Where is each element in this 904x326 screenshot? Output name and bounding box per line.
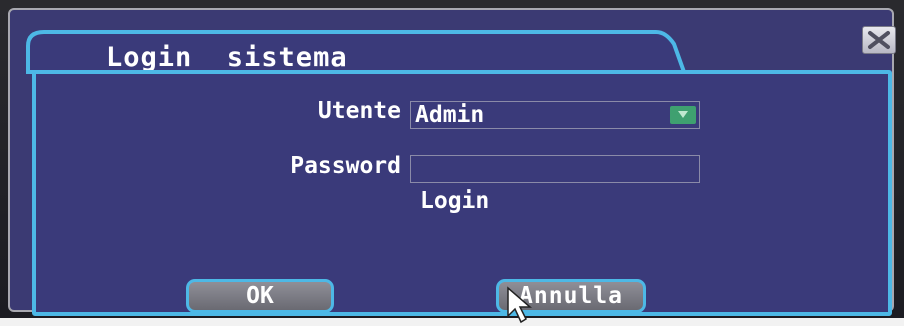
title-bar: Login sistema	[26, 24, 686, 74]
mouse-pointer-icon	[507, 286, 533, 324]
close-x-icon	[868, 31, 890, 49]
dialog-title: Login sistema	[106, 42, 348, 73]
user-select[interactable]: Admin	[410, 101, 700, 129]
user-label: Utente	[317, 98, 401, 124]
screen-frame: Login sistema Utente Admin Password Logi…	[0, 0, 904, 324]
login-form-panel: Utente Admin Password Login OK Annulla	[32, 70, 892, 324]
close-button[interactable]	[862, 26, 896, 54]
login-button[interactable]: Login	[420, 188, 489, 214]
password-label: Password	[290, 153, 401, 179]
user-select-value: Admin	[415, 102, 485, 128]
chevron-down-icon	[678, 111, 688, 118]
ok-button[interactable]: OK	[186, 279, 334, 313]
login-dialog: Login sistema Utente Admin Password Logi…	[8, 8, 896, 324]
dropdown-arrow-button[interactable]	[670, 106, 696, 124]
password-field[interactable]	[410, 155, 700, 183]
